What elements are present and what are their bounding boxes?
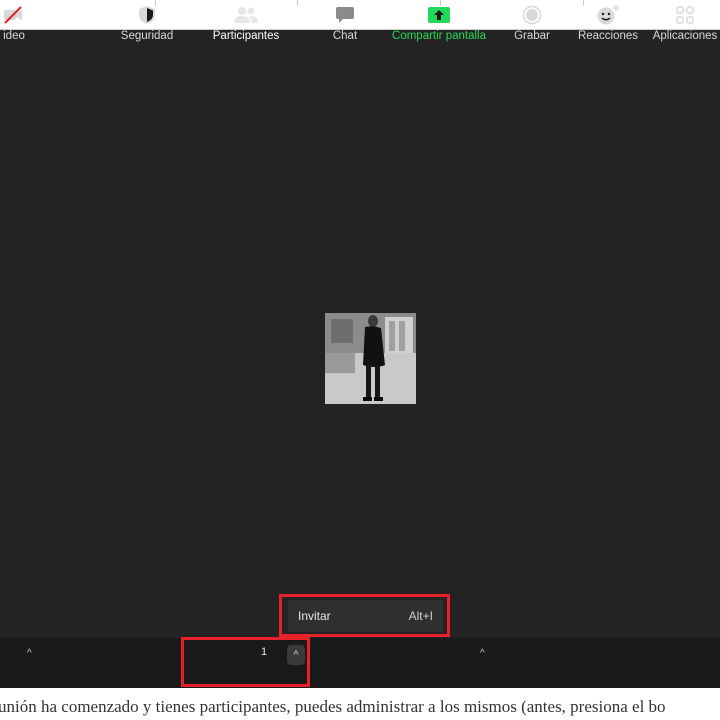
reactions-button[interactable]: Reacciones bbox=[577, 0, 639, 50]
chat-button[interactable]: Chat bbox=[325, 0, 365, 50]
video-button[interactable]: ideo bbox=[0, 0, 34, 50]
video-off-icon bbox=[3, 0, 25, 30]
participants-button[interactable]: Participantes bbox=[206, 0, 286, 50]
chat-label: Chat bbox=[332, 30, 358, 42]
security-button[interactable]: Seguridad bbox=[118, 0, 176, 50]
reactions-label: Reacciones bbox=[577, 30, 639, 42]
participants-options-caret[interactable]: ^ bbox=[287, 645, 305, 665]
participants-count: 1 bbox=[261, 646, 268, 658]
share-screen-icon bbox=[428, 0, 450, 30]
share-options-caret[interactable]: ^ bbox=[480, 648, 485, 659]
participant-avatar bbox=[325, 313, 416, 404]
divider bbox=[297, 0, 298, 6]
video-label: ideo bbox=[3, 30, 25, 42]
share-screen-label: Compartir pantalla bbox=[392, 30, 486, 42]
video-options-caret[interactable]: ^ bbox=[27, 648, 32, 659]
reactions-icon bbox=[596, 0, 620, 30]
participants-icon bbox=[233, 0, 259, 30]
security-label: Seguridad bbox=[120, 30, 174, 42]
chat-icon bbox=[335, 0, 355, 30]
article-body: unión ha comenzado y tienes participante… bbox=[0, 688, 720, 720]
record-button[interactable]: Grabar bbox=[510, 0, 554, 50]
record-icon bbox=[522, 0, 542, 30]
apps-button[interactable]: Aplicaciones bbox=[652, 0, 718, 50]
record-label: Grabar bbox=[514, 30, 550, 42]
invite-menu-item[interactable]: Invitar bbox=[298, 609, 331, 623]
invite-shortcut: Alt+I bbox=[408, 609, 433, 623]
meeting-toolbar bbox=[0, 638, 720, 688]
share-screen-button[interactable]: Compartir pantalla bbox=[388, 0, 490, 50]
shield-icon bbox=[138, 0, 156, 30]
apps-icon bbox=[675, 0, 695, 30]
participants-label: Participantes bbox=[212, 30, 280, 42]
participants-popup-menu[interactable]: Invitar Alt+I bbox=[288, 600, 443, 632]
apps-label: Aplicaciones bbox=[652, 30, 718, 42]
article-text: unión ha comenzado y tienes participante… bbox=[0, 697, 666, 716]
